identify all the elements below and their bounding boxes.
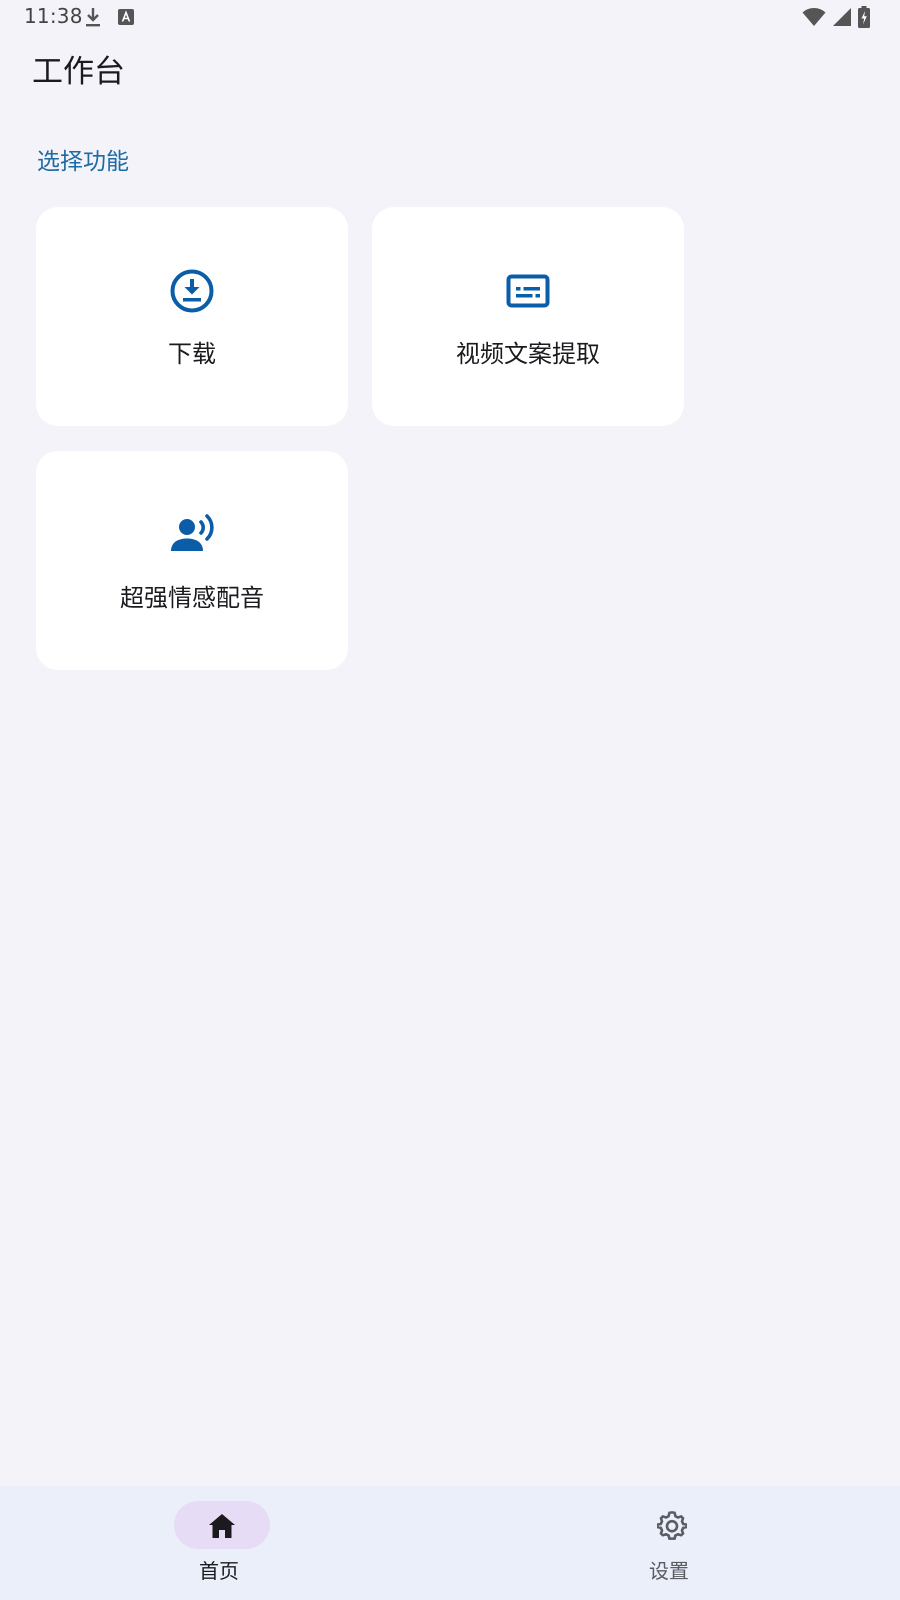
battery-charging-icon: [858, 6, 870, 28]
download-circle-icon: [170, 269, 214, 313]
nav-label-settings: 设置: [649, 1559, 689, 1583]
page-title: 工作台: [32, 54, 125, 90]
card-download[interactable]: 下载: [36, 207, 348, 426]
nav-label-home: 首页: [199, 1559, 239, 1583]
card-emotional-dubbing[interactable]: 超强情感配音: [36, 451, 348, 670]
card-video-text-extract-label: 视频文案提取: [456, 340, 600, 368]
download-icon: [86, 8, 100, 27]
wifi-icon: [802, 8, 826, 26]
nav-item-settings[interactable]: 设置: [450, 1486, 900, 1600]
status-icons: [802, 6, 870, 28]
font-a-icon: [118, 9, 134, 25]
home-icon: [209, 1514, 235, 1538]
card-emotional-dubbing-label: 超强情感配音: [120, 584, 264, 612]
card-download-label: 下载: [168, 340, 216, 368]
section-title: 选择功能: [37, 149, 129, 175]
nav-item-home[interactable]: 首页: [0, 1486, 450, 1600]
subtitles-icon: [506, 274, 550, 308]
gear-icon: [657, 1511, 687, 1540]
status-time: 11:38: [24, 4, 83, 28]
signal-icon: [833, 8, 851, 26]
status-bar: 11:38: [0, 0, 900, 34]
card-video-text-extract[interactable]: 视频文案提取: [372, 207, 684, 426]
bottom-navigation: 首页 设置: [0, 1486, 900, 1600]
record-voice-icon: [171, 514, 214, 551]
